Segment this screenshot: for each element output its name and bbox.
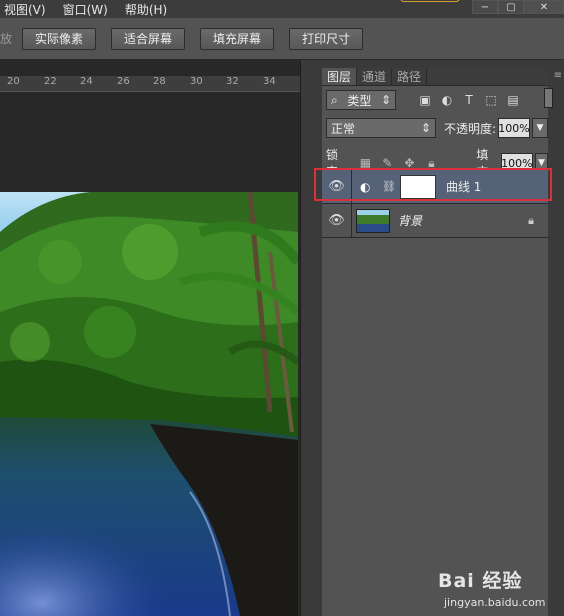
layer-background[interactable]: 👁︎ 背景 🔒︎	[322, 204, 548, 238]
filter-icons: ▣ ◐ T ⬚ ▤	[414, 93, 524, 107]
options-prefix: 缩放	[0, 32, 13, 46]
tab-paths[interactable]: 路径	[392, 68, 428, 85]
eye-icon[interactable]: 👁︎	[322, 204, 352, 237]
ruler-tick: 28	[153, 76, 166, 87]
actual-pixels-button[interactable]: 实际像素	[22, 27, 97, 50]
opacity-input[interactable]: 100%	[498, 118, 530, 138]
search-icon: ⌕	[331, 92, 338, 107]
smart-object-filter-icon[interactable]: ▤	[502, 93, 524, 107]
filter-type-select[interactable]: ⌕ 类型 ⇕	[326, 90, 396, 110]
layer-name: 背景	[398, 214, 423, 228]
panel-collapse-strip	[548, 68, 564, 616]
landscape-image	[0, 192, 298, 616]
panel-header-strip	[322, 60, 564, 68]
highlight-box	[314, 168, 552, 201]
lock-icon: 🔒︎	[528, 213, 534, 227]
shape-filter-icon[interactable]: ⬚	[480, 93, 502, 107]
ruler-tick: 32	[226, 76, 239, 87]
filter-type-label: 类型	[347, 93, 372, 108]
ruler-tick: 34	[263, 76, 276, 87]
layers-panel: 图层 通道 路径 ≡ ⌕ 类型 ⇕ ▣ ◐ T ⬚ ▤ 正常 ⇕ 不透明度: 1…	[322, 68, 562, 616]
print-size-button[interactable]: 打印尺寸	[289, 27, 364, 50]
watermark-logo-text: Bai 经验	[438, 570, 523, 592]
menu-help[interactable]: 帮助(H)	[125, 1, 167, 18]
restore-button[interactable]: −	[472, 0, 498, 14]
ruler-tick: 22	[44, 76, 57, 87]
window-controls: − ▢ ✕	[472, 0, 564, 14]
panel-tabs: 图层 通道 路径	[322, 68, 548, 86]
blend-row: 正常 ⇕ 不透明度: 100% ▼	[326, 118, 548, 138]
fit-screen-button[interactable]: 适合屏幕	[111, 27, 186, 50]
horizontal-ruler[interactable]: 20 22 24 26 28 30 32 34	[0, 76, 300, 92]
fill-screen-button[interactable]: 填充屏幕	[200, 27, 275, 50]
ruler-tick: 30	[190, 76, 203, 87]
image-filter-icon[interactable]: ▣	[414, 93, 436, 107]
maximize-button[interactable]: ▢	[498, 0, 524, 14]
tab-channels[interactable]: 通道	[357, 68, 393, 85]
panel-dock-separator	[300, 60, 322, 616]
opacity-dropdown-icon[interactable]: ▼	[532, 118, 548, 138]
filter-toggle[interactable]	[544, 88, 553, 108]
background-thumbnail-image	[357, 209, 389, 232]
chevron-updown-icon: ⇕	[380, 93, 391, 107]
panel-menu-icon[interactable]: ≡	[554, 70, 562, 81]
ruler-tick: 26	[117, 76, 130, 87]
blend-mode-value: 正常	[331, 121, 356, 136]
menu-view[interactable]: 视图(V)	[4, 1, 46, 18]
close-button[interactable]: ✕	[524, 0, 564, 14]
blend-mode-select[interactable]: 正常 ⇕	[326, 118, 436, 138]
filter-row: ⌕ 类型 ⇕ ▣ ◐ T ⬚ ▤	[326, 90, 524, 110]
title-decoration	[400, 0, 460, 2]
type-filter-icon[interactable]: T	[458, 93, 480, 107]
opacity-label: 不透明度:	[443, 121, 497, 136]
baidu-watermark: Bai 经验 jingyan.baidu.com	[430, 560, 564, 616]
tab-layers[interactable]: 图层	[322, 68, 358, 85]
watermark-url: jingyan.baidu.com	[444, 596, 546, 609]
menu-window[interactable]: 窗口(W)	[63, 1, 108, 18]
ruler-tick: 24	[80, 76, 93, 87]
adjustment-filter-icon[interactable]: ◐	[436, 93, 458, 107]
ruler-tick: 20	[7, 76, 20, 87]
layer-thumbnail	[356, 208, 390, 233]
options-bar: 缩放 实际像素 适合屏幕 填充屏幕 打印尺寸	[0, 18, 564, 60]
document-image[interactable]	[0, 192, 298, 616]
chevron-updown-icon: ⇕	[420, 121, 431, 135]
